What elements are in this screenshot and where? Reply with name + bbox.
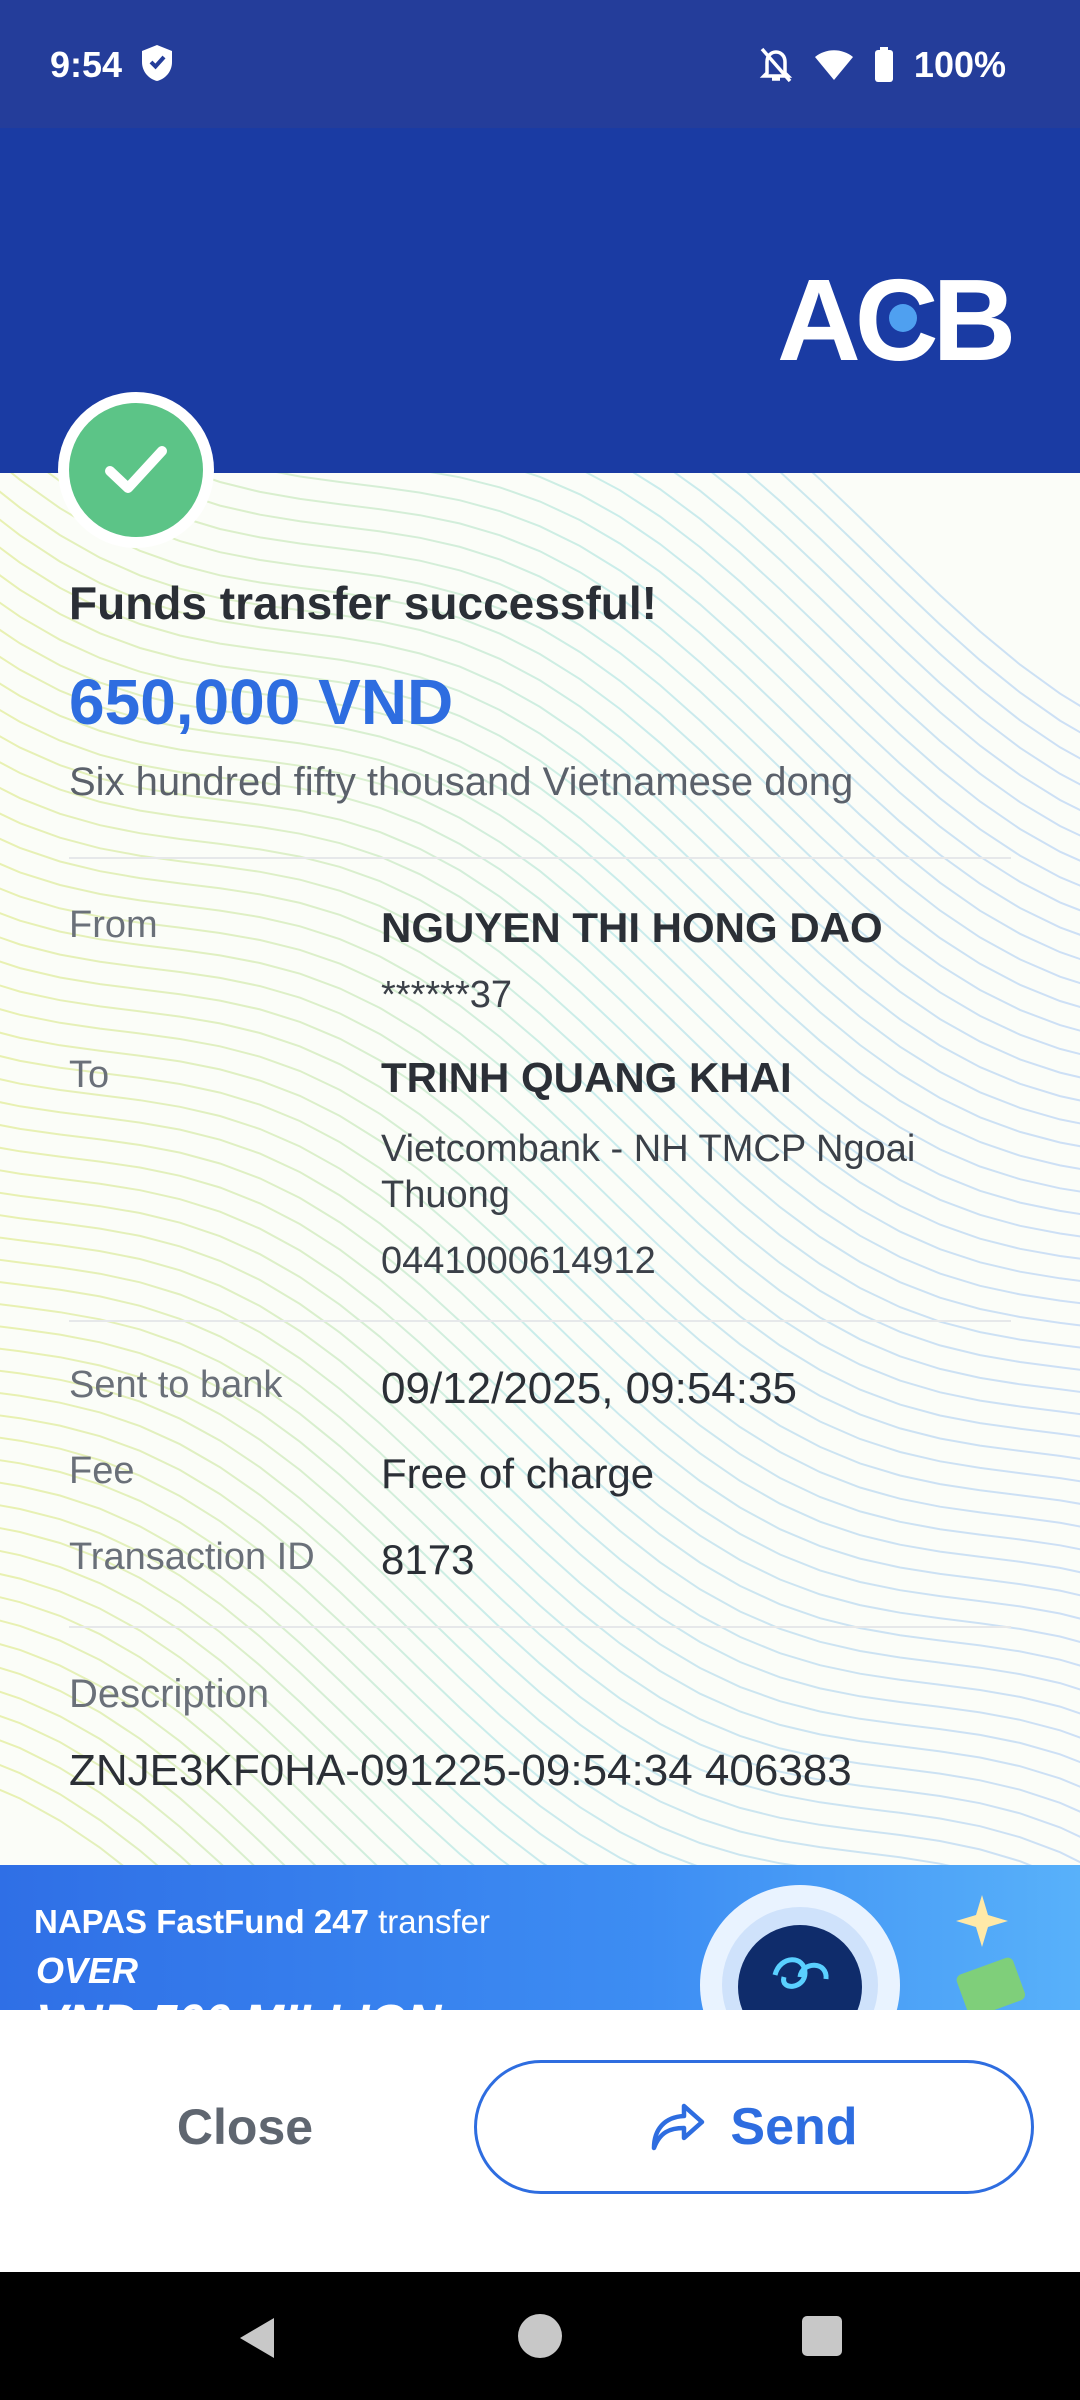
action-footer: Close Send — [0, 2010, 1080, 2272]
description-value: ZNJE3KF0HA-091225-09:54:34 406383 — [69, 1746, 852, 1795]
to-label: To — [69, 1054, 110, 1096]
divider — [69, 1320, 1011, 1322]
to-bank-line1: Vietcombank - NH TMCP Ngoai — [381, 1128, 916, 1170]
banner-brand: NAPAS FastFund 247 — [34, 1903, 369, 1940]
description-label: Description — [69, 1672, 270, 1716]
battery-icon — [874, 47, 893, 82]
promo-banner[interactable]: NAPAS FastFund 247 transfer OVER VND 500… — [0, 1865, 1080, 2010]
from-name: NGUYEN THI HONG DAO — [381, 904, 883, 951]
success-badge — [58, 392, 214, 548]
transfer-amount: 650,000 VND — [69, 666, 454, 738]
status-time: 9:54 — [50, 44, 123, 85]
to-account: 0441000614912 — [381, 1240, 656, 1282]
back-icon[interactable] — [236, 2316, 276, 2360]
shield-icon — [142, 45, 172, 81]
sent-to-bank-value: 09/12/2025, 09:54:35 — [381, 1364, 797, 1413]
banner-amount: VND 500 MILLION — [36, 1995, 441, 2010]
from-label: From — [69, 904, 158, 946]
battery-percent: 100% — [913, 44, 1006, 85]
wave-line — [0, 1619, 347, 1865]
amount-in-words: Six hundred fifty thousand Vietnamese do… — [69, 760, 854, 804]
from-account: ******37 — [381, 974, 512, 1016]
acb-logo: ACB — [777, 268, 1012, 378]
sent-to-bank-label: Sent to bank — [69, 1364, 283, 1406]
wave-line — [0, 761, 1080, 1305]
system-nav-bar — [0, 2272, 1080, 2400]
divider — [69, 1626, 1011, 1628]
fee-label: Fee — [69, 1450, 135, 1492]
transaction-id-label: Transaction ID — [69, 1536, 315, 1578]
bell-off-icon — [759, 47, 793, 83]
banner-suffix: transfer — [378, 1903, 490, 1940]
close-button[interactable]: Close — [95, 2060, 395, 2194]
status-bar: 9:54 100% — [0, 0, 1080, 128]
send-button[interactable]: Send — [474, 2060, 1034, 2194]
wave-line — [0, 1573, 410, 1865]
banner-over: OVER — [36, 1950, 139, 1991]
fee-value: Free of charge — [381, 1450, 655, 1497]
checkmark-icon — [105, 446, 167, 493]
divider — [69, 857, 1011, 859]
transaction-id-value: 8173 — [381, 1536, 475, 1583]
mascot-illustration — [700, 1885, 1026, 2010]
success-title: Funds transfer successful! — [69, 577, 657, 629]
recents-icon[interactable] — [802, 2316, 842, 2356]
share-arrow-icon — [652, 2103, 705, 2151]
home-icon[interactable] — [518, 2314, 562, 2358]
wifi-icon — [814, 50, 853, 80]
to-name: TRINH QUANG KHAI — [381, 1054, 792, 1101]
send-label: Send — [730, 2098, 858, 2156]
wave-line — [0, 1436, 638, 1865]
to-bank-line2: Thuong — [381, 1174, 510, 1216]
